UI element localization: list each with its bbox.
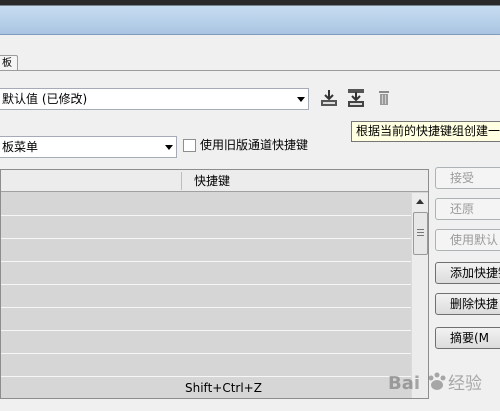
tab-divider bbox=[0, 70, 500, 71]
chevron-down-icon bbox=[165, 145, 173, 150]
tab-keyboard-shortcuts[interactable]: 板 bbox=[0, 55, 18, 71]
window-title-bar bbox=[0, 0, 500, 35]
tooltip: 根据当前的快捷键组创建一 bbox=[351, 121, 500, 142]
column-header-shortcut[interactable]: 快捷键 bbox=[194, 170, 230, 192]
delete-set-button[interactable] bbox=[374, 88, 396, 110]
column-separator[interactable] bbox=[181, 172, 182, 190]
menu-type-value: 板菜单 bbox=[2, 140, 39, 154]
table-row[interactable] bbox=[1, 285, 411, 308]
table-row[interactable] bbox=[1, 308, 411, 331]
scroll-thumb[interactable] bbox=[413, 212, 428, 255]
scroll-up-arrow-icon[interactable] bbox=[412, 193, 428, 209]
svg-text:经验: 经验 bbox=[448, 374, 482, 394]
undo-button[interactable]: 还原 bbox=[435, 198, 500, 220]
shortcut-set-select[interactable]: 默认值 (已修改) bbox=[0, 88, 309, 110]
save-icon bbox=[321, 90, 337, 106]
table-row[interactable]: Shift+Ctrl+Z bbox=[1, 377, 411, 398]
shortcut-table: 快捷键 Shift+Ctrl+Z bbox=[0, 169, 429, 399]
chevron-down-icon bbox=[297, 97, 305, 102]
table-row[interactable] bbox=[1, 193, 411, 216]
window-header-band bbox=[0, 35, 500, 55]
table-row[interactable] bbox=[1, 239, 411, 262]
accept-button[interactable]: 接受 bbox=[435, 167, 500, 189]
menu-type-select[interactable]: 板菜单 bbox=[0, 136, 177, 158]
new-set-icon bbox=[348, 89, 364, 107]
watermark: Bai 经验 bbox=[388, 362, 500, 408]
legacy-channel-checkbox[interactable] bbox=[183, 139, 196, 152]
baidu-paw-icon: Bai 经验 bbox=[388, 372, 482, 394]
table-header: 快捷键 bbox=[1, 170, 428, 192]
add-shortcut-button[interactable]: 添加快捷键 bbox=[435, 262, 500, 284]
new-set-button[interactable] bbox=[345, 87, 367, 109]
delete-shortcut-button[interactable]: 删除快捷 bbox=[435, 293, 500, 315]
trash-icon bbox=[379, 91, 389, 105]
svg-text:Bai: Bai bbox=[388, 373, 420, 394]
shortcut-set-value: 默认值 (已修改) bbox=[2, 92, 88, 106]
use-default-button[interactable]: 使用默认 bbox=[435, 229, 500, 251]
table-row[interactable] bbox=[1, 216, 411, 239]
summarize-button[interactable]: 摘要(M bbox=[435, 327, 500, 349]
save-set-button[interactable] bbox=[318, 87, 340, 109]
table-row[interactable] bbox=[1, 331, 411, 354]
table-row[interactable] bbox=[1, 354, 411, 377]
legacy-channel-label: 使用旧版通道快捷键 bbox=[200, 138, 309, 152]
table-row[interactable] bbox=[1, 262, 411, 285]
